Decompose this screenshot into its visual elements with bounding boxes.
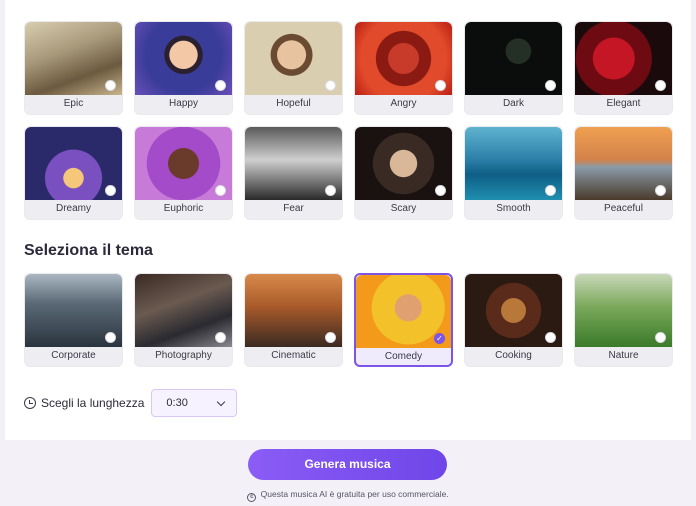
mood-label: Scary: [390, 203, 417, 214]
radio-circle-icon: [545, 332, 556, 343]
checkmark-icon: ✓: [434, 333, 445, 344]
mood-card-happy[interactable]: Happy: [134, 21, 233, 115]
mood-label: Peaceful: [604, 203, 643, 214]
mood-card-epic[interactable]: Epic: [24, 21, 123, 115]
mood-card-elegant[interactable]: Elegant: [574, 21, 673, 115]
mood-card-dreamy[interactable]: Dreamy: [24, 126, 123, 220]
mood-label: Elegant: [606, 98, 641, 109]
mood-label: Fear: [283, 203, 304, 214]
radio-circle-icon: [655, 332, 666, 343]
mood-label: Dark: [502, 98, 525, 109]
mood-card-euphoric[interactable]: Euphoric: [134, 126, 233, 220]
theme-card-corporate[interactable]: Corporate: [24, 273, 123, 367]
clock-icon: [24, 397, 36, 409]
length-row: Scegli la lunghezza 0:30: [24, 389, 238, 417]
theme-section-title: Seleziona il tema: [24, 242, 153, 259]
theme-card-comedy[interactable]: ✓ Comedy: [354, 273, 453, 367]
radio-circle-icon: [435, 80, 446, 91]
mood-label: Happy: [169, 98, 198, 109]
theme-label: Comedy: [384, 351, 423, 362]
radio-circle-icon: [105, 80, 116, 91]
mood-label: Dreamy: [55, 203, 91, 214]
mood-card-hopeful[interactable]: Hopeful: [244, 21, 343, 115]
radio-circle-icon: [215, 332, 226, 343]
theme-label: Corporate: [51, 350, 96, 361]
mood-label: Angry: [390, 98, 417, 109]
mood-label: Euphoric: [163, 203, 204, 214]
mood-card-scary[interactable]: Scary: [354, 126, 453, 220]
mood-card-dark[interactable]: Dark: [464, 21, 563, 115]
radio-circle-icon: [435, 185, 446, 196]
mood-grid-row-2: Dreamy Euphoric Fear Scary Smooth Peacef…: [24, 126, 673, 220]
mood-grid-row-1: Epic Happy Hopeful Angry Dark Elegant: [24, 21, 673, 115]
length-select[interactable]: 0:30: [151, 389, 238, 417]
radio-circle-icon: [325, 332, 336, 343]
radio-circle-icon: [655, 80, 666, 91]
radio-circle-icon: [215, 185, 226, 196]
mood-card-fear[interactable]: Fear: [244, 126, 343, 220]
theme-label: Nature: [608, 350, 639, 361]
copyright-icon: c: [247, 493, 257, 502]
radio-circle-icon: [105, 332, 116, 343]
theme-label: Cinematic: [271, 350, 316, 361]
theme-card-cooking[interactable]: Cooking: [464, 273, 563, 367]
length-value: 0:30: [166, 397, 188, 409]
mood-label: Epic: [63, 98, 84, 109]
radio-circle-icon: [215, 80, 226, 91]
mood-label: Hopeful: [276, 98, 311, 109]
theme-label: Cooking: [495, 350, 532, 361]
theme-label: Photography: [155, 350, 212, 361]
theme-card-nature[interactable]: Nature: [574, 273, 673, 367]
theme-grid: Corporate Photography Cinematic ✓ Comedy…: [24, 273, 673, 367]
chevron-down-icon: [217, 397, 226, 406]
radio-circle-icon: [655, 185, 666, 196]
mood-card-angry[interactable]: Angry: [354, 21, 453, 115]
radio-circle-icon: [325, 80, 336, 91]
generate-music-button[interactable]: Genera musica: [248, 449, 447, 480]
theme-card-cinematic[interactable]: Cinematic: [244, 273, 343, 367]
mood-card-peaceful[interactable]: Peaceful: [574, 126, 673, 220]
mood-card-smooth[interactable]: Smooth: [464, 126, 563, 220]
length-label: Scegli la lunghezza: [41, 396, 145, 410]
footnote: c Questa musica AI è gratuita per uso co…: [0, 489, 696, 502]
theme-card-photography[interactable]: Photography: [134, 273, 233, 367]
radio-circle-icon: [545, 80, 556, 91]
mood-label: Smooth: [496, 203, 531, 214]
footnote-text: Questa musica AI è gratuita per uso comm…: [260, 489, 449, 499]
radio-circle-icon: [325, 185, 336, 196]
radio-circle-icon: [545, 185, 556, 196]
radio-circle-icon: [105, 185, 116, 196]
